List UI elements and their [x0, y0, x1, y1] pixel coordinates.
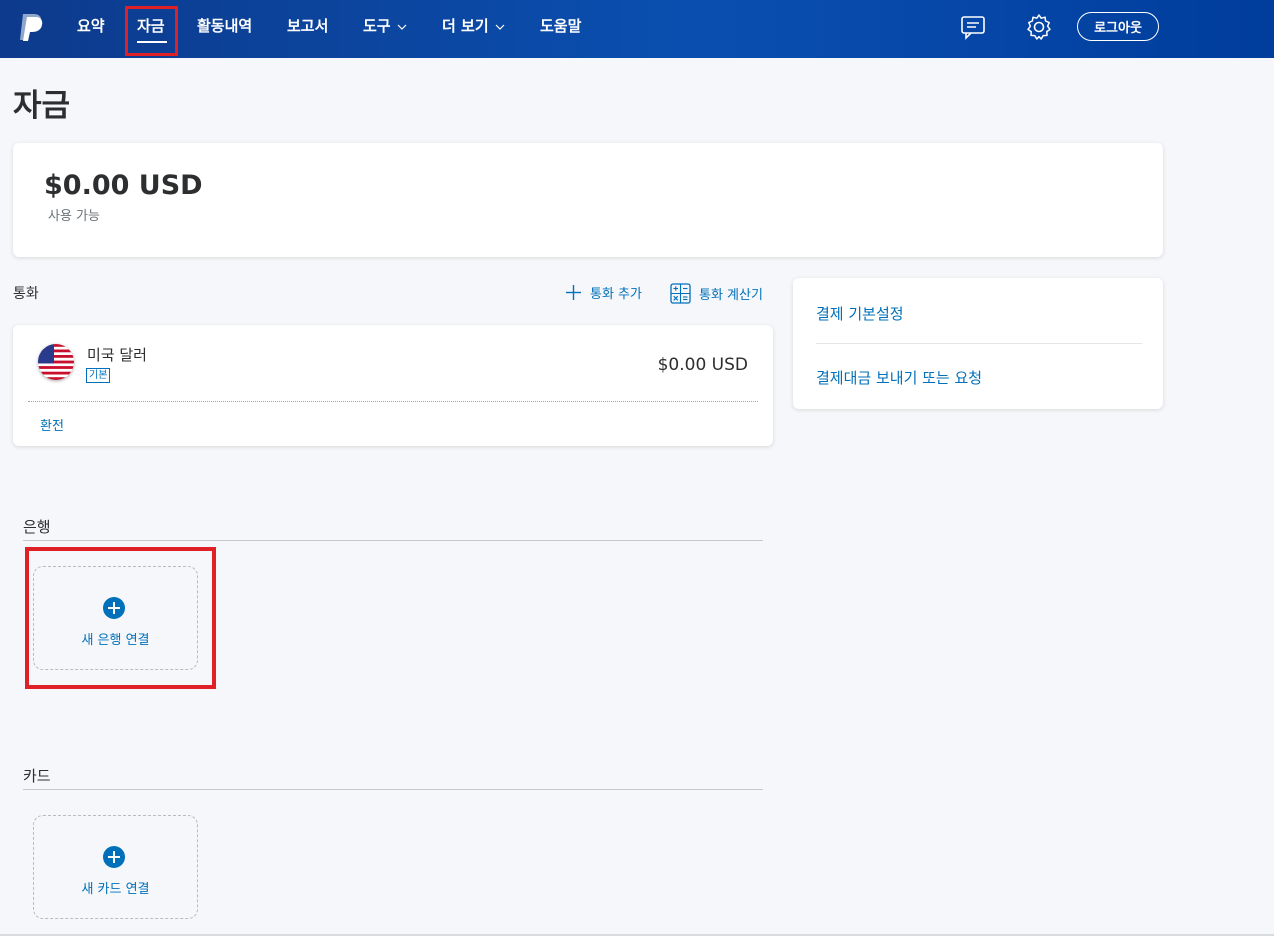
message-center-icon[interactable]	[958, 12, 988, 42]
nav-more-label: 더 보기	[442, 17, 489, 35]
chevron-down-icon	[495, 24, 505, 30]
nav-reports-label: 보고서	[287, 17, 329, 35]
divider	[816, 343, 1142, 344]
nav-tools[interactable]: 도구	[363, 15, 407, 36]
divider	[28, 401, 758, 402]
payment-preferences-link[interactable]: 결제 기본설정	[816, 303, 904, 324]
calculator-icon	[670, 283, 691, 304]
logout-button[interactable]: 로그아웃	[1077, 12, 1159, 41]
page-title: 자금	[13, 88, 71, 124]
nav-summary-label: 요약	[77, 17, 105, 35]
paypal-logo-icon[interactable]	[19, 12, 45, 42]
nav-tools-label: 도구	[363, 17, 391, 35]
plus-circle-icon	[103, 846, 125, 868]
nav-more[interactable]: 더 보기	[442, 15, 505, 36]
nav-help-label: 도움말	[540, 17, 582, 35]
us-flag-icon	[38, 344, 74, 380]
nav-reports[interactable]: 보고서	[287, 15, 328, 36]
send-request-payment-link[interactable]: 결제대금 보내기 또는 요청	[816, 367, 982, 388]
currency-amount: $0.00 USD	[657, 355, 748, 375]
currency-calculator-button[interactable]: 통화 계산기	[670, 283, 763, 304]
nav-help[interactable]: 도움말	[540, 15, 581, 36]
primary-currency-badge: 기본	[86, 368, 111, 383]
exchange-currency-link[interactable]: 환전	[40, 415, 64, 434]
highlight-box-link-bank	[25, 547, 216, 689]
cards-heading: 카드	[23, 767, 51, 785]
add-currency-button[interactable]: 통화 추가	[565, 283, 642, 302]
currencies-heading: 통화	[13, 286, 39, 302]
currency-calculator-label: 통화 계산기	[699, 288, 763, 303]
nav-summary[interactable]: 요약	[77, 15, 105, 36]
top-nav-bar: 요약 자금 활동내역 보고서 도구 더 보기 도움말 로그아웃	[0, 0, 1274, 58]
highlight-box-funds-tab	[125, 6, 178, 56]
nav-activity-label: 활동내역	[197, 17, 253, 35]
side-links-card: 결제 기본설정 결제대금 보내기 또는 요청	[793, 278, 1163, 409]
currency-name: 미국 달러	[87, 346, 147, 364]
plus-icon	[566, 285, 581, 300]
gear-icon[interactable]	[1024, 12, 1054, 42]
banks-heading: 은행	[23, 518, 51, 536]
currency-card: 미국 달러 기본 $0.00 USD 환전	[13, 325, 773, 446]
link-new-card-button[interactable]: 새 카드 연결	[33, 815, 198, 919]
divider	[23, 540, 763, 541]
balance-card: $0.00 USD 사용 가능	[13, 143, 1163, 257]
balance-available-label: 사용 가능	[48, 209, 100, 224]
chevron-down-icon	[397, 24, 407, 30]
link-new-card-label: 새 카드 연결	[81, 882, 150, 897]
nav-activity[interactable]: 활동내역	[197, 15, 252, 36]
divider	[23, 789, 763, 790]
add-currency-label: 통화 추가	[590, 287, 642, 302]
balance-amount: $0.00 USD	[44, 170, 203, 201]
